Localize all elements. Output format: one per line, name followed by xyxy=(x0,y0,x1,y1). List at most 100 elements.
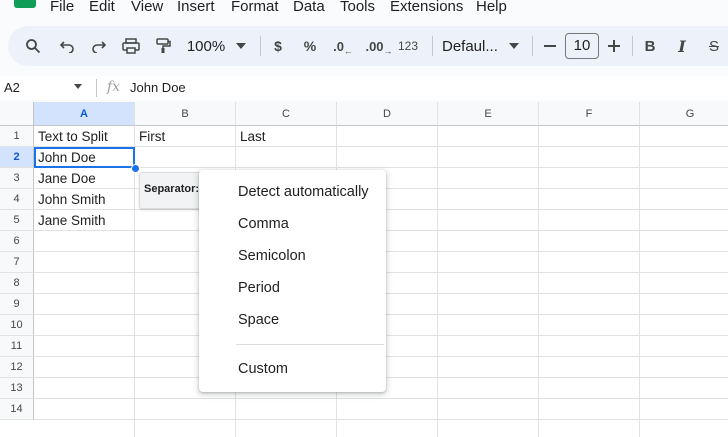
option-comma[interactable]: Comma xyxy=(199,209,386,239)
strikethrough-button[interactable]: S xyxy=(704,26,724,66)
selection-outline xyxy=(34,147,135,168)
name-box-chevron-down-icon[interactable] xyxy=(74,84,82,89)
arrow-left-icon: ← xyxy=(343,46,353,56)
print-icon xyxy=(122,38,140,54)
row-header-9[interactable]: 9 xyxy=(0,294,34,315)
format-percent-button[interactable]: % xyxy=(301,26,319,66)
formula-input[interactable]: John Doe xyxy=(130,80,186,95)
menu-extensions[interactable]: Extensions xyxy=(390,0,463,15)
option-space[interactable]: Space xyxy=(199,305,386,335)
row-header-12[interactable]: 12 xyxy=(0,357,34,378)
separator-menu: Detect automatically Comma Semicolon Per… xyxy=(199,170,386,392)
row-header-3[interactable]: 3 xyxy=(0,168,34,189)
search-menus-button[interactable] xyxy=(22,26,44,66)
font-chevron-down-icon[interactable] xyxy=(508,26,520,66)
column-header-a[interactable]: A xyxy=(34,102,135,126)
paint-format-icon xyxy=(156,38,171,53)
option-custom[interactable]: Custom xyxy=(199,354,386,384)
menu-file[interactable]: File xyxy=(50,0,74,15)
toolbar-divider xyxy=(260,36,261,56)
option-semicolon[interactable]: Semicolon xyxy=(199,241,386,271)
row-header-8[interactable]: 8 xyxy=(0,273,34,294)
undo-button[interactable] xyxy=(56,26,78,66)
name-box[interactable]: A2 xyxy=(4,80,20,95)
more-formats-button[interactable]: 123 xyxy=(396,26,420,66)
column-header-d[interactable]: D xyxy=(337,102,438,126)
toolbar: 100% $ % .0 ← .00 → 123 Defaul... B I S xyxy=(8,26,728,66)
menu-bar: File Edit View Insert Format Data Tools … xyxy=(0,0,728,20)
plus-icon xyxy=(608,40,620,52)
column-header-c[interactable]: C xyxy=(236,102,337,126)
formula-bar-divider xyxy=(96,79,97,97)
option-period[interactable]: Period xyxy=(199,273,386,303)
increase-font-size-button[interactable] xyxy=(604,26,624,66)
toolbar-divider xyxy=(632,36,633,56)
redo-icon xyxy=(92,41,107,53)
undo-icon xyxy=(59,41,74,53)
decrease-decimal-label: .0 xyxy=(333,38,344,54)
number-format-label: 123 xyxy=(397,39,419,53)
cell-a3[interactable]: Jane Doe xyxy=(34,168,135,189)
italic-button[interactable]: I xyxy=(672,26,692,66)
redo-button[interactable] xyxy=(88,26,110,66)
cell-a1[interactable]: Text to Split xyxy=(34,126,135,147)
option-detect-automatically[interactable]: Detect automatically xyxy=(199,177,386,207)
decrease-decimal-button[interactable]: .0 ← xyxy=(330,26,356,66)
search-icon xyxy=(26,39,41,54)
bold-button[interactable]: B xyxy=(640,26,660,66)
row-header-2[interactable]: 2 xyxy=(0,147,34,168)
formula-bar: A2 fx John Doe xyxy=(0,76,728,100)
column-header-f[interactable]: F xyxy=(539,102,640,126)
print-button[interactable] xyxy=(120,26,142,66)
font-value: Defaul... xyxy=(442,37,498,55)
menu-edit[interactable]: Edit xyxy=(89,0,115,15)
increase-decimal-button[interactable]: .00 → xyxy=(364,26,394,66)
font-select[interactable]: Defaul... xyxy=(442,26,506,66)
cell-c1[interactable]: Last xyxy=(236,126,337,147)
separator-label: Separator: xyxy=(144,183,200,195)
menu-data[interactable]: Data xyxy=(293,0,325,15)
zoom-select[interactable]: 100% xyxy=(184,26,228,66)
fx-icon: fx xyxy=(107,79,121,95)
row-header-13[interactable]: 13 xyxy=(0,378,34,399)
row-header-6[interactable]: 6 xyxy=(0,231,34,252)
row-header-5[interactable]: 5 xyxy=(0,210,34,231)
cell-b1[interactable]: First xyxy=(135,126,236,147)
row-header-11[interactable]: 11 xyxy=(0,336,34,357)
toolbar-divider xyxy=(432,36,433,56)
row-header-10[interactable]: 10 xyxy=(0,315,34,336)
menu-tools[interactable]: Tools xyxy=(340,0,375,15)
percent-label: % xyxy=(303,38,317,54)
menu-insert[interactable]: Insert xyxy=(177,0,215,15)
column-header-g[interactable]: G xyxy=(640,102,728,126)
font-size-input[interactable]: 10 xyxy=(565,33,599,59)
italic-label: I xyxy=(678,36,686,56)
menu-view[interactable]: View xyxy=(131,0,163,15)
row-header-7[interactable]: 7 xyxy=(0,252,34,273)
column-header-b[interactable]: B xyxy=(135,102,236,126)
menu-divider xyxy=(236,344,384,345)
cell-a5[interactable]: Jane Smith xyxy=(34,210,135,231)
toolbar-divider xyxy=(532,36,533,56)
row-header-14[interactable]: 14 xyxy=(0,399,34,420)
row-header-1[interactable]: 1 xyxy=(0,126,34,147)
cell-a4[interactable]: John Smith xyxy=(34,189,135,210)
menu-help[interactable]: Help xyxy=(476,0,507,15)
fill-handle[interactable] xyxy=(131,164,140,173)
bold-label: B xyxy=(644,37,656,55)
column-header-e[interactable]: E xyxy=(438,102,539,126)
currency-label: $ xyxy=(274,38,282,54)
strikethrough-label: S xyxy=(708,37,719,55)
row-header-4[interactable]: 4 xyxy=(0,189,34,210)
sheets-logo-icon[interactable] xyxy=(14,0,36,8)
decrease-font-size-button[interactable] xyxy=(540,26,560,66)
paint-format-button[interactable] xyxy=(152,26,174,66)
format-currency-button[interactable]: $ xyxy=(270,26,286,66)
minus-icon xyxy=(544,45,556,47)
increase-decimal-label: .00 xyxy=(365,38,384,54)
zoom-chevron-down-icon[interactable] xyxy=(234,26,248,66)
select-all-corner[interactable] xyxy=(0,102,34,126)
menu-format[interactable]: Format xyxy=(231,0,279,15)
zoom-value: 100% xyxy=(186,37,226,55)
arrow-right-icon: → xyxy=(383,46,393,56)
